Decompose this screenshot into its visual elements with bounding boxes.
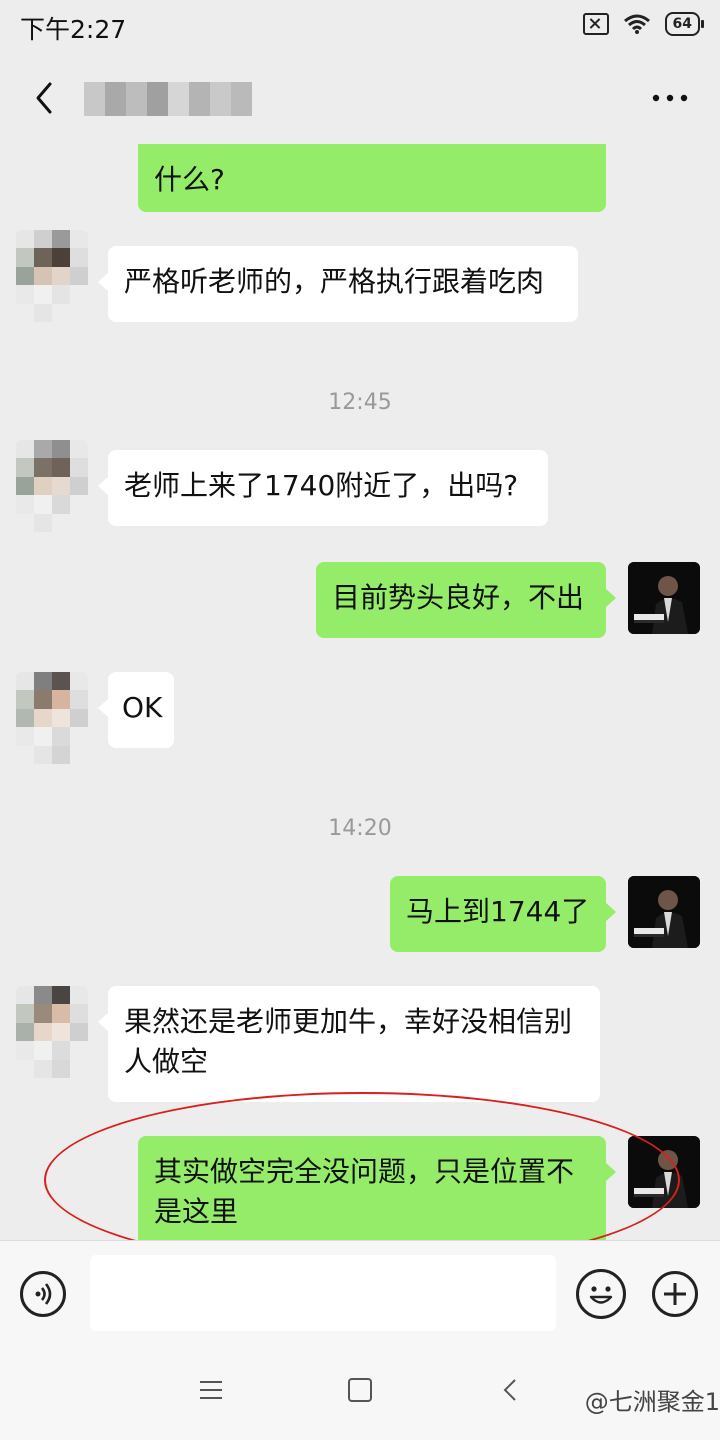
message-bubble-incoming[interactable]: OK — [98, 672, 174, 748]
message-text: 其实做空完全没问题，只是位置不是这里 — [154, 1155, 575, 1228]
message-text: 目前势头良好，不出 — [332, 581, 585, 614]
message-bubble-outgoing[interactable]: 马上到1744了 — [390, 876, 616, 952]
avatar[interactable] — [16, 672, 88, 764]
chevron-left-icon[interactable] — [26, 76, 66, 120]
avatar-self[interactable] — [628, 876, 700, 948]
menu-icon[interactable] — [200, 1380, 222, 1400]
avatar[interactable] — [16, 440, 88, 532]
status-time: 下午2:27 — [20, 15, 127, 44]
plus-icon[interactable] — [652, 1271, 698, 1317]
timestamp: 12:45 — [328, 390, 392, 415]
avatar-self[interactable] — [628, 1136, 700, 1208]
message-bubble-outgoing[interactable]: 其实做空完全没问题，只是位置不是这里 — [138, 1136, 616, 1240]
message-text: 什么? — [154, 163, 225, 196]
message-text: 果然还是老师更加牛，幸好没相信别人做空 — [124, 1005, 573, 1078]
message-bubble-outgoing[interactable]: 目前势头良好，不出 — [316, 562, 616, 638]
chat-area[interactable]: 什么? 严格听老师的，严格执行跟着吃肉 12:45 老师上来了1740附近了，出… — [0, 144, 720, 1240]
voice-icon[interactable] — [20, 1271, 66, 1317]
chat-header — [0, 52, 720, 144]
avatar[interactable] — [16, 230, 88, 322]
watermark: @七洲聚金1 — [584, 1388, 720, 1416]
message-text: 马上到1744了 — [406, 895, 590, 928]
message-bubble-outgoing[interactable]: 什么? — [138, 144, 606, 212]
battery-icon: 64 — [664, 12, 705, 36]
profile-photo-icon — [628, 562, 700, 634]
system-nav-bar: @七洲聚金1 — [0, 1344, 720, 1440]
avatar-self[interactable] — [628, 562, 700, 634]
message-bubble-incoming[interactable]: 果然还是老师更加牛，幸好没相信别人做空 — [98, 986, 600, 1102]
back-icon[interactable] — [502, 1378, 518, 1402]
message-text: OK — [122, 691, 163, 724]
avatar[interactable] — [16, 986, 88, 1078]
message-bubble-incoming[interactable]: 严格听老师的，严格执行跟着吃肉 — [98, 246, 578, 322]
message-bubble-incoming[interactable]: 老师上来了1740附近了，出吗? — [98, 450, 548, 526]
profile-photo-icon — [628, 1136, 700, 1208]
status-icons: 64 — [582, 12, 705, 36]
message-input[interactable] — [90, 1255, 556, 1331]
timestamp: 14:20 — [328, 816, 392, 841]
wifi-icon — [623, 14, 650, 34]
sim-off-icon — [582, 13, 609, 35]
status-bar: 下午2:27 64 — [0, 0, 720, 52]
input-bar — [0, 1240, 720, 1345]
profile-photo-icon — [628, 876, 700, 948]
emoji-icon[interactable] — [576, 1269, 626, 1319]
more-dots-icon[interactable] — [650, 86, 690, 110]
message-text: 老师上来了1740附近了，出吗? — [124, 469, 519, 502]
contact-name-blurred — [84, 82, 252, 116]
message-text: 严格听老师的，严格执行跟着吃肉 — [124, 265, 545, 298]
home-icon[interactable] — [348, 1378, 372, 1402]
